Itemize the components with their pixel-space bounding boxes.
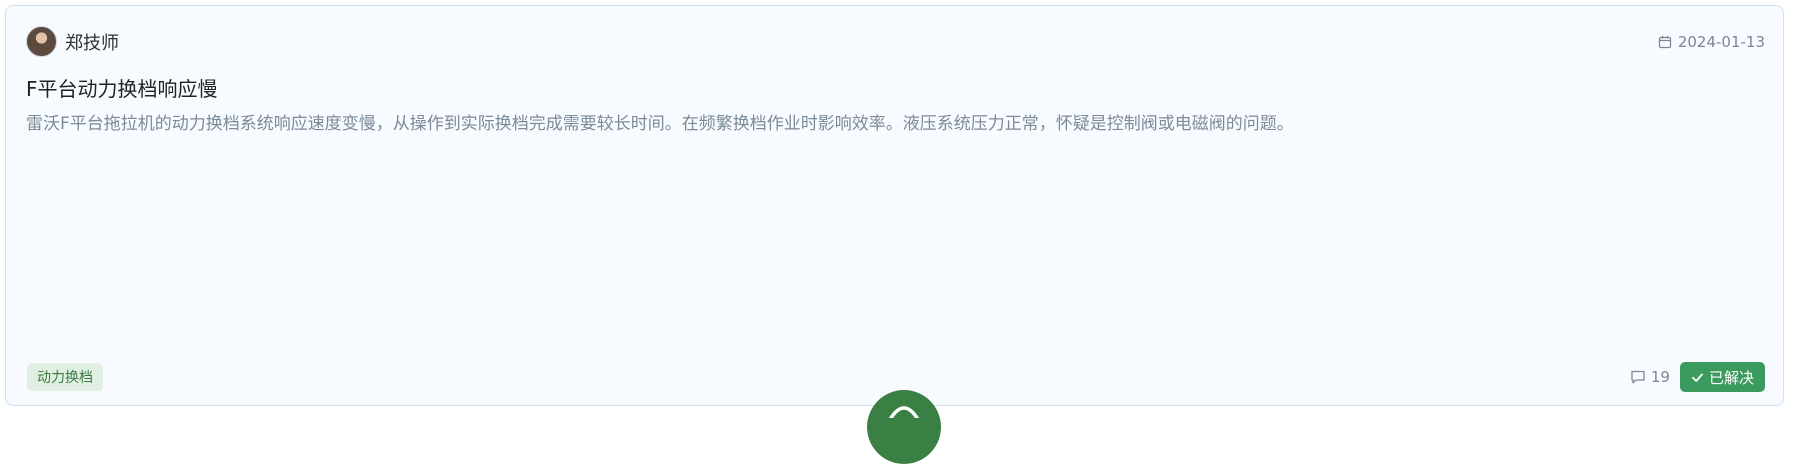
calendar-icon [1658,36,1671,49]
chat-fab-button[interactable] [867,390,941,464]
author-name[interactable]: 郑技师 [65,29,119,55]
tag-badge[interactable]: 动力换档 [27,363,103,391]
post-card[interactable]: 郑技师 2024-01-13 F平台动力换档响应慢 雷沃F平台拖拉机的动力换档系… [5,5,1784,406]
status-text: 已解决 [1708,368,1754,387]
comment-count[interactable]: 19 [1630,368,1670,386]
post-description: 雷沃F平台拖拉机的动力换档系统响应速度变慢，从操作到实际换档完成需要较长时间。在… [26,114,1294,134]
post-meta: 19 已解决 [1630,362,1765,392]
post-date: 2024-01-13 [1658,33,1765,51]
check-icon [1692,373,1703,382]
date-text: 2024-01-13 [1677,33,1765,51]
status-badge[interactable]: 已解决 [1679,362,1765,392]
post-title[interactable]: F平台动力换档响应慢 [26,77,218,101]
chat-icon [889,406,919,418]
comment-count-text: 19 [1650,368,1670,386]
author-info: 郑技师 [26,26,119,57]
comment-icon [1631,370,1645,384]
avatar[interactable] [26,26,57,57]
